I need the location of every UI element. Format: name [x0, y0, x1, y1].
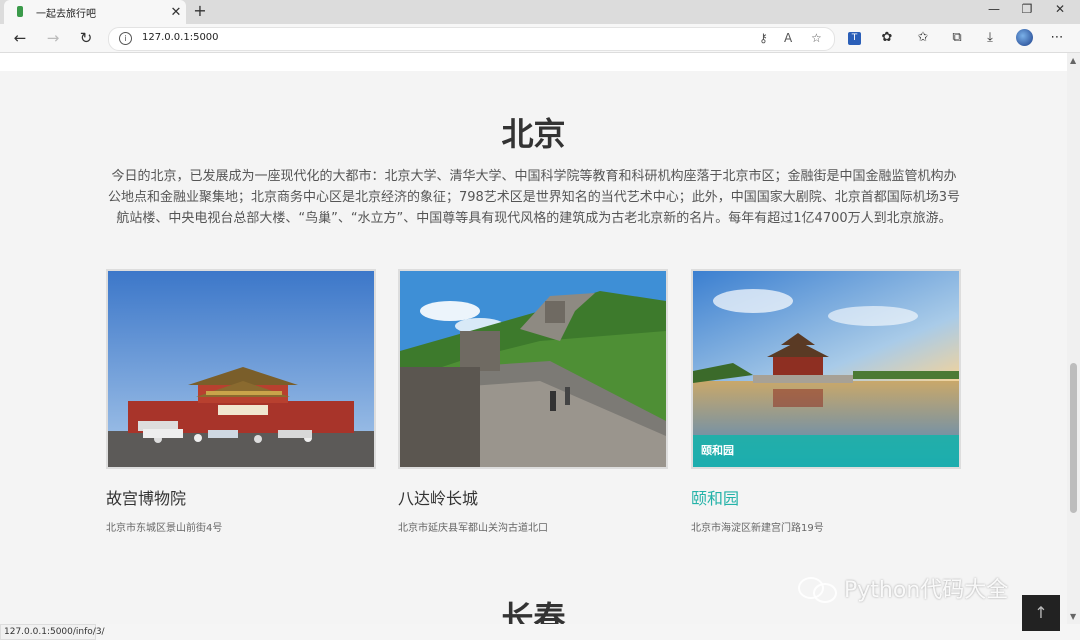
- more-menu-icon[interactable]: ⋯: [1048, 29, 1066, 47]
- browser-toolbar: ← → ↻ i 127.0.0.1:5000 ⚷ A ☆ T ✿ ✩ ⧉ ⤓ ⋯: [0, 24, 1080, 53]
- close-window-icon[interactable]: ✕: [1050, 2, 1070, 16]
- tab-title: 一起去旅行吧: [36, 8, 96, 20]
- wechat-icon: [798, 575, 838, 603]
- page-scrollbar[interactable]: ▲ ▼: [1067, 53, 1080, 624]
- attraction-name[interactable]: 八达岭长城: [398, 485, 668, 509]
- site-info-icon[interactable]: i: [119, 32, 132, 45]
- site-favicon-icon: [14, 5, 26, 19]
- read-aloud-icon[interactable]: A: [784, 31, 792, 45]
- header-band: [0, 53, 1067, 71]
- status-bar-url: 127.0.0.1:5000/info/3/: [0, 624, 105, 640]
- key-icon[interactable]: ⚷: [759, 31, 768, 45]
- attraction-card[interactable]: 颐和园 颐和园 北京市海淀区新建宫门路19号: [691, 269, 961, 534]
- scroll-up-icon[interactable]: ▲: [1070, 56, 1076, 65]
- back-icon[interactable]: ←: [10, 28, 30, 48]
- close-tab-icon[interactable]: ✕: [166, 5, 186, 20]
- reload-icon[interactable]: ↻: [76, 28, 96, 48]
- profile-avatar[interactable]: [1016, 29, 1033, 46]
- downloads-icon[interactable]: ⤓: [981, 29, 999, 47]
- address-bar[interactable]: i 127.0.0.1:5000 ⚷ A ☆: [108, 27, 835, 51]
- attraction-card[interactable]: 故宫博物院 北京市东城区景山前街4号: [106, 269, 376, 534]
- favorite-add-icon[interactable]: ☆: [811, 31, 822, 45]
- scrollbar-thumb[interactable]: [1070, 363, 1077, 513]
- attraction-address: 北京市东城区景山前街4号: [106, 523, 223, 534]
- attraction-card[interactable]: 八达岭长城 北京市延庆县军都山关沟古道北口: [398, 269, 668, 534]
- extensions-icon[interactable]: ✿: [878, 29, 896, 47]
- page-content: 北京 今日的北京，已发展成为一座现代化的大都市：北京大学、清华大学、中国科学院等…: [0, 53, 1067, 624]
- restore-icon[interactable]: ❐: [1017, 2, 1037, 16]
- attraction-photo[interactable]: [106, 269, 376, 469]
- new-tab-button[interactable]: +: [190, 1, 210, 20]
- photo-caption: 颐和园: [693, 435, 959, 467]
- browser-tab[interactable]: 一起去旅行吧 ✕: [4, 0, 186, 24]
- attraction-name[interactable]: 故宫博物院: [106, 485, 376, 509]
- address-url[interactable]: 127.0.0.1:5000: [142, 32, 219, 43]
- favorites-icon[interactable]: ✩: [914, 29, 932, 47]
- minimize-icon[interactable]: —: [984, 2, 1004, 16]
- tab-strip: 一起去旅行吧 ✕ + — ❐ ✕: [0, 0, 1080, 24]
- translate-extension-icon[interactable]: T: [848, 32, 861, 45]
- attraction-name[interactable]: 颐和园: [691, 485, 961, 509]
- attraction-address: 北京市延庆县军都山关沟古道北口: [398, 523, 548, 534]
- watermark: Python代码大全: [798, 572, 1008, 604]
- attraction-photo[interactable]: 颐和园: [691, 269, 961, 469]
- attraction-address: 北京市海淀区新建宫门路19号: [691, 523, 824, 534]
- attraction-photo[interactable]: [398, 269, 668, 469]
- collections-icon[interactable]: ⧉: [948, 29, 966, 47]
- back-to-top-button[interactable]: ↑: [1022, 595, 1060, 631]
- scroll-down-icon[interactable]: ▼: [1070, 612, 1076, 621]
- forward-icon[interactable]: →: [43, 28, 63, 48]
- section-intro: 今日的北京，已发展成为一座现代化的大都市：北京大学、清华大学、中国科学院等教育和…: [107, 169, 961, 226]
- section-title: 北京: [501, 115, 566, 153]
- watermark-text: Python代码大全: [844, 578, 1009, 603]
